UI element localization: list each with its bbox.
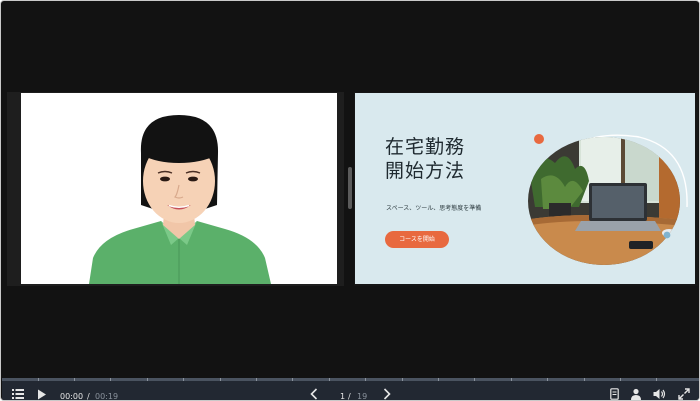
start-course-button[interactable]: コースを開始 [385,231,449,248]
workspace-photo [528,134,688,265]
slide: 在宅勤務 開始方法 スペース、ツール、思考態度を準備 コースを開始 [355,93,695,284]
list-icon[interactable] [12,389,24,400]
document-icon[interactable] [610,388,619,400]
fullscreen-icon[interactable] [678,388,690,400]
player-frame: 在宅勤務 開始方法 スペース、ツール、思考態度を準備 コースを開始 00:00 … [0,0,700,401]
player-controls: 00:00 / 00:19 1 / 19 [2,378,699,401]
chevron-left-icon[interactable] [310,388,318,400]
chevron-right-icon[interactable] [383,388,391,400]
accent-dot-orange [534,134,544,144]
split-divider-handle[interactable] [348,167,352,209]
total-pages: 19 [357,392,368,401]
progress-bar[interactable] [2,378,699,381]
person-icon[interactable] [630,388,642,400]
volume-icon[interactable] [653,388,666,400]
accent-dot-blue [663,231,671,239]
slide-subtitle: スペース、ツール、思考態度を準備 [386,205,482,212]
current-time: 00:00 [60,392,84,401]
time-separator: / [87,392,90,401]
play-icon[interactable] [37,389,47,400]
duration: 00:19 [95,392,119,401]
page-separator: / [348,392,351,401]
presenter-figure [21,93,337,284]
current-page: 1 [340,392,346,401]
presenter-video[interactable] [21,93,337,284]
slide-title: 在宅勤務 開始方法 [385,136,466,182]
